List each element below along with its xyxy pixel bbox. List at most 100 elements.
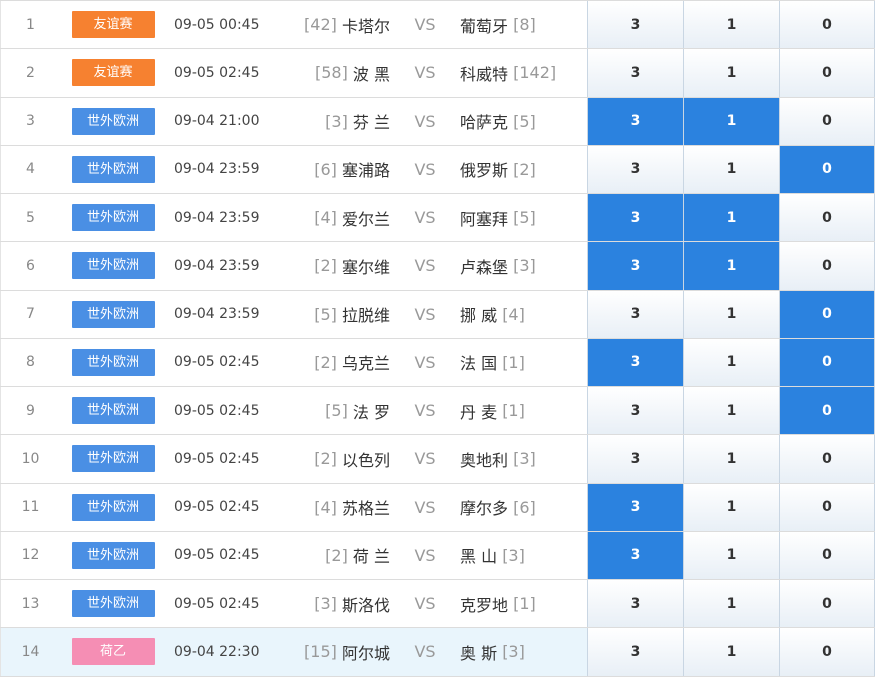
- option-win-button[interactable]: 3: [587, 242, 683, 290]
- option-draw-button[interactable]: 1: [683, 1, 779, 49]
- league-badge[interactable]: 世外欧洲: [71, 204, 155, 232]
- away-team[interactable]: 法 国 [1]: [460, 339, 587, 386]
- league-badge[interactable]: 世外欧洲: [71, 348, 155, 376]
- match-number: 12: [0, 531, 60, 579]
- option-win-button[interactable]: 3: [587, 97, 683, 145]
- option-win-button[interactable]: 3: [587, 338, 683, 386]
- home-team[interactable]: [5] 拉脱维: [286, 291, 390, 338]
- option-draw-button[interactable]: 1: [683, 242, 779, 290]
- option-win-button[interactable]: 3: [587, 628, 683, 676]
- option-win-button[interactable]: 3: [587, 194, 683, 242]
- home-team[interactable]: [6] 塞浦路: [286, 146, 390, 193]
- option-draw-button[interactable]: 1: [683, 49, 779, 97]
- option-loss-button[interactable]: 0: [779, 338, 875, 386]
- league-badge[interactable]: 友谊赛: [71, 11, 155, 39]
- option-draw-button[interactable]: 1: [683, 628, 779, 676]
- home-rank: [4]: [314, 497, 337, 517]
- home-team[interactable]: [42] 卡塔尔: [286, 1, 390, 48]
- option-draw-button[interactable]: 1: [683, 290, 779, 338]
- league-badge[interactable]: 世外欧洲: [71, 397, 155, 425]
- option-draw-button[interactable]: 1: [683, 435, 779, 483]
- option-loss-button[interactable]: 0: [779, 531, 875, 579]
- away-team[interactable]: 摩尔多 [6]: [460, 484, 587, 531]
- option-draw-button[interactable]: 1: [683, 97, 779, 145]
- option-loss-button[interactable]: 0: [779, 49, 875, 97]
- away-team[interactable]: 丹 麦 [1]: [460, 387, 587, 434]
- home-team[interactable]: [2] 荷 兰: [286, 532, 390, 579]
- option-win-button[interactable]: 3: [587, 49, 683, 97]
- home-team[interactable]: [2] 以色列: [286, 435, 390, 482]
- match-number: 14: [0, 628, 60, 676]
- option-win-button[interactable]: 3: [587, 290, 683, 338]
- home-team-name: 卡塔尔: [341, 16, 390, 36]
- option-loss-button[interactable]: 0: [779, 483, 875, 531]
- away-team[interactable]: 阿塞拜 [5]: [460, 194, 587, 241]
- option-win-button[interactable]: 3: [587, 1, 683, 49]
- option-win-button[interactable]: 3: [587, 435, 683, 483]
- home-team[interactable]: [5] 法 罗: [286, 387, 390, 434]
- match-time: 09-05 02:45: [174, 499, 260, 516]
- home-team[interactable]: [4] 苏格兰: [286, 484, 390, 531]
- option-loss-button[interactable]: 0: [779, 580, 875, 628]
- away-team[interactable]: 挪 威 [4]: [460, 291, 587, 338]
- option-loss-button[interactable]: 0: [779, 242, 875, 290]
- home-rank: [2]: [314, 352, 337, 372]
- away-team-name: 卢森堡: [460, 257, 509, 277]
- option-draw-button[interactable]: 1: [683, 580, 779, 628]
- away-team[interactable]: 奥地利 [3]: [460, 435, 587, 482]
- option-draw-button[interactable]: 1: [683, 387, 779, 435]
- home-team[interactable]: [2] 塞尔维: [286, 242, 390, 289]
- away-team[interactable]: 科威特 [142]: [460, 49, 587, 96]
- league-badge[interactable]: 荷乙: [71, 638, 155, 666]
- away-team[interactable]: 黑 山 [3]: [460, 532, 587, 579]
- away-team-name: 俄罗斯: [460, 161, 509, 181]
- home-team[interactable]: [58] 波 黑: [286, 49, 390, 96]
- option-loss-button[interactable]: 0: [779, 97, 875, 145]
- away-rank: [8]: [513, 15, 536, 35]
- table-row: 5 世外欧洲 09-04 23:59 [4] 爱尔兰 VS 阿塞拜 [5] 3 …: [0, 194, 875, 243]
- home-team[interactable]: [3] 芬 兰: [286, 98, 390, 145]
- league-badge[interactable]: 世外欧洲: [71, 107, 155, 135]
- option-draw-button[interactable]: 1: [683, 194, 779, 242]
- option-loss-button[interactable]: 0: [779, 435, 875, 483]
- option-draw-button[interactable]: 1: [683, 483, 779, 531]
- option-draw-button[interactable]: 1: [683, 338, 779, 386]
- option-loss-button[interactable]: 0: [779, 290, 875, 338]
- option-draw-button[interactable]: 1: [683, 145, 779, 193]
- option-loss-button[interactable]: 0: [779, 628, 875, 676]
- option-win-button[interactable]: 3: [587, 387, 683, 435]
- league-badge[interactable]: 世外欧洲: [71, 155, 155, 183]
- away-rank: [3]: [502, 545, 525, 565]
- option-win-button[interactable]: 3: [587, 483, 683, 531]
- league-badge[interactable]: 世外欧洲: [71, 541, 155, 569]
- option-loss-button[interactable]: 0: [779, 387, 875, 435]
- option-loss-button[interactable]: 0: [779, 145, 875, 193]
- table-row: 9 世外欧洲 09-05 02:45 [5] 法 罗 VS 丹 麦 [1] 3 …: [0, 387, 875, 436]
- home-team[interactable]: [4] 爱尔兰: [286, 194, 390, 241]
- home-team-name: 苏格兰: [341, 499, 390, 519]
- option-win-button[interactable]: 3: [587, 145, 683, 193]
- away-team[interactable]: 哈萨克 [5]: [460, 98, 587, 145]
- away-team[interactable]: 奥 斯 [3]: [460, 628, 587, 675]
- league-badge[interactable]: 世外欧洲: [71, 252, 155, 280]
- league-badge[interactable]: 世外欧洲: [71, 493, 155, 521]
- away-team[interactable]: 克罗地 [1]: [460, 580, 587, 627]
- away-team[interactable]: 俄罗斯 [2]: [460, 146, 587, 193]
- option-loss-button[interactable]: 0: [779, 1, 875, 49]
- home-team[interactable]: [2] 乌克兰: [286, 339, 390, 386]
- option-loss-button[interactable]: 0: [779, 194, 875, 242]
- option-win-button[interactable]: 3: [587, 580, 683, 628]
- league-badge[interactable]: 友谊赛: [71, 59, 155, 87]
- home-team[interactable]: [15] 阿尔城: [286, 628, 390, 675]
- home-team[interactable]: [3] 斯洛伐: [286, 580, 390, 627]
- away-team[interactable]: 卢森堡 [3]: [460, 242, 587, 289]
- away-team[interactable]: 葡萄牙 [8]: [460, 1, 587, 48]
- match-time: 09-04 22:30: [174, 643, 260, 660]
- match-number: 4: [0, 145, 60, 193]
- league-badge[interactable]: 世外欧洲: [71, 300, 155, 328]
- option-draw-button[interactable]: 1: [683, 531, 779, 579]
- vs-label: VS: [414, 642, 436, 662]
- option-win-button[interactable]: 3: [587, 531, 683, 579]
- league-badge[interactable]: 世外欧洲: [71, 445, 155, 473]
- league-badge[interactable]: 世外欧洲: [71, 590, 155, 618]
